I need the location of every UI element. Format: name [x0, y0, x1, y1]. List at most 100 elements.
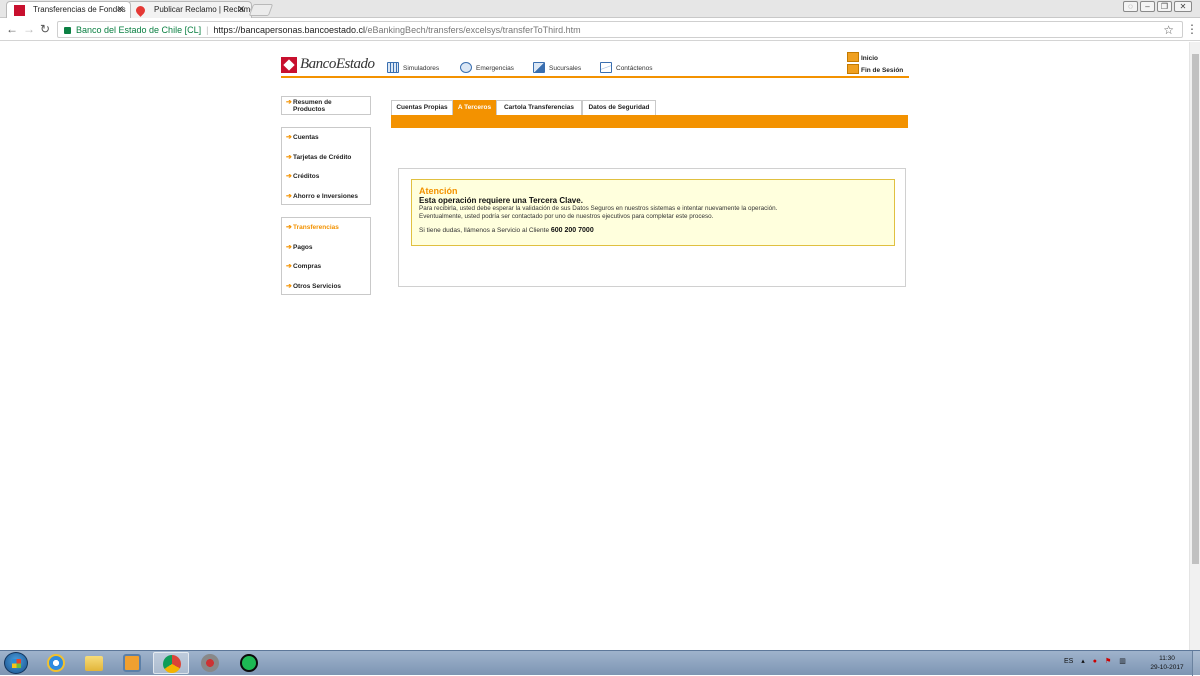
tab-cuentas-propias[interactable]: Cuentas Propias: [391, 100, 453, 115]
arrow-right-icon: ➔: [286, 282, 292, 290]
menu-kebab-icon[interactable]: ⋮: [1186, 22, 1198, 36]
nav-emergencias[interactable]: Emergencias: [460, 62, 514, 73]
close-tab-icon[interactable]: ✕: [237, 4, 245, 15]
info-circle-icon: [460, 62, 472, 73]
arrow-right-icon: ➔: [286, 99, 292, 106]
alert-help-text: Si tiene dudas, llámenos a Servicio al C…: [419, 227, 550, 234]
show-hidden-icons-icon[interactable]: ▴: [1081, 658, 1085, 665]
sidebar-group-resumen: ➔ Resumen de Productos: [281, 96, 371, 115]
arrow-right-icon: ➔: [286, 153, 292, 161]
header-orange-rule: [281, 76, 909, 78]
clock-time: 11:30: [1159, 655, 1175, 662]
customer-service-phone: 600 200 7000: [550, 227, 594, 234]
chrome-icon: [163, 655, 181, 673]
browser-toolbar: ← → ↻ Banco del Estado de Chile [CL] | htt…: [0, 19, 1200, 41]
address-bar[interactable]: Banco del Estado de Chile [CL] | https://b…: [57, 21, 1183, 38]
tab-a-terceros[interactable]: A Terceros: [453, 100, 496, 115]
alert-line-2: Eventualmente, usted podría ser contacta…: [419, 213, 714, 220]
content-panel: Atención Esta operación requiere una Ter…: [398, 168, 906, 287]
map-pin-favicon-icon: [134, 4, 147, 17]
calculator-icon: [387, 62, 399, 73]
taskbar-internet-explorer[interactable]: [38, 652, 74, 674]
scissors-icon: [201, 654, 219, 672]
tabs-orange-band: [391, 115, 908, 128]
restore-window-button[interactable]: ❐: [1157, 1, 1172, 12]
arrow-right-icon: ➔: [286, 224, 292, 231]
back-arrow-icon[interactable]: ←: [6, 22, 18, 36]
secure-site-label: Banco del Estado de Chile [CL]: [76, 25, 202, 35]
map-icon: [533, 62, 545, 73]
arrow-right-icon: ➔: [286, 192, 292, 200]
logout-icon: [847, 64, 859, 74]
folder-icon: [85, 656, 103, 671]
windows-taskbar: ES ▴ ● ⚑ ▥ 11:30 29-10-2017: [0, 650, 1200, 676]
page-scrollbar[interactable]: [1189, 42, 1200, 650]
browser-tab-strip: Transferencias de Fondos ✕ Publicar Recl…: [0, 0, 1200, 18]
bancoestado-logo-icon: [281, 57, 297, 73]
new-tab-button[interactable]: [248, 4, 274, 16]
nav-sucursales[interactable]: Sucursales: [533, 62, 581, 73]
taskbar-file-explorer[interactable]: [76, 652, 112, 674]
lock-icon: [64, 27, 71, 34]
header-links: Inicio Fin de Sesión: [847, 52, 903, 76]
sidebar-group-servicios: ➔ Transferencias ➔ Pagos ➔ Compras ➔ Otros S…: [281, 217, 371, 295]
sidebar-item-otros-servicios[interactable]: ➔ Otros Servicios: [282, 277, 370, 297]
reload-icon[interactable]: ↻: [40, 22, 50, 36]
alert-subtitle: Esta operación requiere una Tercera Clav…: [419, 196, 583, 205]
show-desktop-button[interactable]: [1192, 651, 1200, 676]
close-window-button[interactable]: ✕: [1174, 1, 1192, 12]
taskbar-media-player[interactable]: [114, 652, 150, 674]
spotify-icon: [240, 654, 258, 672]
nav-contactenos[interactable]: Contáctenos: [600, 62, 653, 73]
forward-arrow-icon[interactable]: →: [23, 22, 35, 36]
envelope-icon: [600, 62, 612, 73]
windows-start-button[interactable]: [4, 652, 28, 674]
bookmark-star-icon[interactable]: ☆: [1163, 23, 1174, 37]
browser-tab-title: Transferencias de Fondos: [33, 5, 126, 14]
flag-icon[interactable]: ⚑: [1105, 658, 1111, 665]
home-icon: [847, 52, 859, 62]
inicio-link[interactable]: Inicio: [847, 52, 903, 64]
sidebar-item-resumen-productos[interactable]: ➔ Resumen de Productos: [282, 97, 370, 116]
network-icon[interactable]: ▥: [1119, 658, 1126, 665]
sidebar-item-ahorro-inversiones[interactable]: ➔ Ahorro e Inversiones: [282, 187, 370, 207]
taskbar-chrome[interactable]: [153, 652, 189, 674]
sidebar-item-transferencias[interactable]: ➔ Transferencias: [282, 218, 370, 238]
scrollbar-thumb[interactable]: [1192, 54, 1199, 564]
sidebar-item-pagos[interactable]: ➔ Pagos: [282, 238, 370, 258]
language-indicator[interactable]: ES: [1064, 658, 1073, 665]
alert-help: Si tiene dudas, llámenos a Servicio al C…: [419, 226, 887, 235]
alert-title: Atención: [419, 186, 458, 196]
browser-tab-transferencias[interactable]: Transferencias de Fondos ✕: [6, 1, 131, 18]
arrow-right-icon: ➔: [286, 134, 292, 141]
antivirus-icon[interactable]: ●: [1093, 658, 1097, 665]
close-tab-icon[interactable]: ✕: [116, 4, 124, 15]
sidebar-group-productos: ➔ Cuentas ➔ Tarjetas de Crédito ➔ Créditos …: [281, 127, 371, 205]
internet-explorer-icon: [47, 654, 65, 672]
bancoestado-favicon-icon: [14, 5, 25, 16]
tab-datos-seguridad[interactable]: Datos de Seguridad: [582, 100, 656, 115]
clock-date: 29-10-2017: [1150, 664, 1184, 671]
nav-simuladores[interactable]: Simuladores: [387, 62, 439, 73]
arrow-right-icon: ➔: [286, 173, 292, 180]
taskbar-spotify[interactable]: [231, 652, 267, 674]
sidebar-item-tarjetas-credito[interactable]: ➔ Tarjetas de Crédito: [282, 148, 370, 168]
url-path: /eBankingBech/transfers/excelsys/transfe…: [365, 25, 581, 35]
sidebar-item-compras[interactable]: ➔ Compras: [282, 257, 370, 277]
system-tray: ES ▴ ● ⚑ ▥: [1064, 657, 1132, 665]
taskbar-snipping-tool[interactable]: [192, 652, 228, 674]
tab-cartola-transferencias[interactable]: Cartola Transferencias: [496, 100, 582, 115]
browser-tab-reclamos[interactable]: Publicar Reclamo | Reclamos ✕: [127, 1, 252, 18]
taskbar-clock[interactable]: 11:30 29-10-2017: [1147, 654, 1187, 672]
arrow-right-icon: ➔: [286, 263, 292, 270]
profile-icon[interactable]: ◌: [1123, 1, 1138, 12]
page-viewport: BancoEstado Simuladores Emergencias Sucu…: [0, 42, 1189, 650]
alert-line-1: Para recibirla, usted debe esperar la va…: [419, 205, 778, 212]
minimize-window-button[interactable]: –: [1140, 1, 1155, 12]
arrow-right-icon: ➔: [286, 243, 292, 251]
sidebar-item-cuentas[interactable]: ➔ Cuentas: [282, 128, 370, 148]
sidebar-item-creditos[interactable]: ➔ Créditos: [282, 167, 370, 187]
fin-de-sesion-link[interactable]: Fin de Sesión: [847, 64, 903, 76]
attention-alert: Atención Esta operación requiere una Ter…: [411, 179, 895, 246]
media-player-icon: [123, 654, 141, 672]
